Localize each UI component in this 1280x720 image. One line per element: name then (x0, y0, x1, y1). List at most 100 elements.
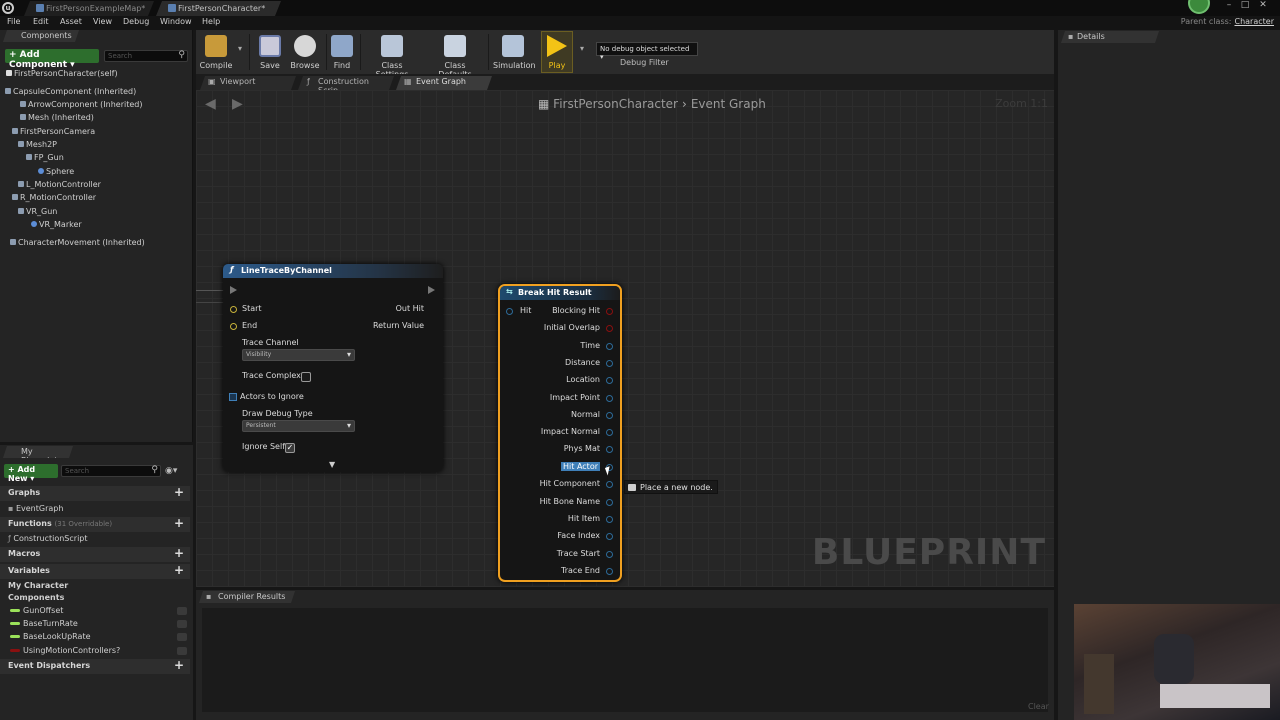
components-search-input[interactable]: Search ⚲ (104, 50, 188, 62)
parent-class-link[interactable]: Character (1235, 17, 1275, 26)
tree-item[interactable]: Sphere (38, 167, 74, 176)
trace-channel-dropdown[interactable]: Visibility (242, 349, 355, 361)
tree-item[interactable]: R_MotionController (12, 193, 96, 202)
break-hit-output-pin[interactable] (606, 481, 613, 488)
line-trace-header[interactable]: ƒ LineTraceByChannel (223, 264, 443, 278)
section-macros[interactable]: Macros + (0, 546, 190, 562)
clear-button[interactable]: Clear (1028, 702, 1049, 711)
break-hit-output-pin[interactable] (606, 360, 613, 367)
minimize-icon[interactable]: – (1222, 0, 1236, 11)
end-pin[interactable] (230, 323, 237, 330)
break-hit-output-pin[interactable] (606, 568, 613, 575)
forward-arrow-icon[interactable]: ▶ (232, 96, 243, 112)
class-settings-button[interactable]: Class Settings (364, 32, 420, 79)
break-hit-output-pin[interactable] (606, 412, 613, 419)
add-variable-icon[interactable]: + (174, 563, 184, 577)
break-hit-output-pin[interactable] (606, 533, 613, 540)
menu-edit[interactable]: Edit (33, 17, 49, 26)
section-functions[interactable]: Functions (31 Overridable) + (0, 516, 190, 532)
eye-icon[interactable]: ◉▾ (165, 466, 177, 476)
tab-details[interactable]: ▪ Details (1061, 31, 1159, 43)
visibility-eye-icon[interactable] (177, 607, 187, 615)
expand-advanced-chevron-icon[interactable]: ▼ (329, 460, 335, 469)
menu-help[interactable]: Help (202, 17, 220, 26)
variable-item[interactable]: BaseTurnRate (10, 619, 78, 628)
category-my-character[interactable]: My Character (8, 581, 68, 590)
tree-item[interactable]: L_MotionController (18, 180, 101, 189)
add-dispatcher-icon[interactable]: + (174, 658, 184, 672)
break-hit-output-pin[interactable] (606, 377, 613, 384)
component-self[interactable]: FirstPersonCharacter(self) (6, 69, 118, 78)
simulation-button[interactable]: Simulation (493, 32, 536, 72)
tree-item[interactable]: ArrowComponent (Inherited) (20, 100, 142, 109)
hit-input-pin[interactable] (506, 308, 513, 315)
break-hit-output-pin[interactable] (606, 429, 613, 436)
tree-item[interactable]: VR_Gun (18, 207, 57, 216)
variable-item[interactable]: BaseLookUpRate (10, 632, 91, 641)
start-pin[interactable] (230, 306, 237, 313)
add-new-button[interactable]: + Add New ▾ (4, 464, 58, 483)
debug-object-select[interactable]: No debug object selected ▾ (596, 42, 698, 61)
tab-compiler-results[interactable]: ▪ Compiler Results (199, 591, 295, 603)
menu-file[interactable]: File (7, 17, 20, 26)
tab-event-graph[interactable]: ▦ Event Graph (396, 76, 492, 90)
source-control-icon[interactable] (1188, 0, 1210, 14)
menu-debug[interactable]: Debug (123, 17, 149, 26)
visibility-eye-icon[interactable] (177, 633, 187, 641)
exec-in-pin[interactable] (230, 286, 237, 294)
my-blueprint-search-input[interactable]: Search ⚲ (61, 465, 161, 477)
break-hit-output-pin[interactable] (606, 499, 613, 506)
add-macro-icon[interactable]: + (174, 546, 184, 560)
array-grid-icon[interactable] (229, 393, 237, 401)
tab-construction-script[interactable]: ƒConstruction Scrip (298, 76, 394, 90)
add-function-icon[interactable]: + (174, 516, 184, 530)
break-hit-result-node[interactable]: ⇆ Break Hit Result Hit Blocking Hit Initi… (498, 284, 622, 582)
tab-my-blueprint[interactable]: My Blueprint (3, 446, 73, 458)
break-hit-output-pin[interactable] (606, 395, 613, 402)
back-arrow-icon[interactable]: ◀ (205, 96, 216, 112)
list-item-construction-script[interactable]: ƒ ConstructionScript (8, 534, 88, 543)
ignore-self-checkbox[interactable]: ✓ (285, 443, 295, 453)
break-hit-output-pin[interactable] (606, 551, 613, 558)
break-hit-output-pin[interactable] (606, 516, 613, 523)
variable-item[interactable]: UsingMotionControllers? (10, 646, 120, 655)
compile-button[interactable]: Compile (198, 32, 234, 72)
visibility-eye-icon[interactable] (177, 620, 187, 628)
menu-view[interactable]: View (93, 17, 112, 26)
browse-button[interactable]: Browse (287, 32, 323, 72)
line-trace-node[interactable]: ƒ LineTraceByChannel Start End Out Hit R… (223, 264, 443, 472)
play-button[interactable]: Play (541, 31, 573, 73)
close-icon[interactable]: ✕ (1256, 0, 1270, 11)
tab-character[interactable]: FirstPersonCharacter* (156, 1, 281, 16)
break-hit-output-pin[interactable] (606, 343, 613, 350)
tab-viewport[interactable]: ▣ Viewport (200, 76, 296, 90)
tree-item[interactable]: CapsuleComponent (Inherited) (5, 87, 136, 96)
event-graph-canvas[interactable]: ◀ ▶ ▦ FirstPersonCharacter › Event Graph Z… (196, 90, 1054, 587)
menu-asset[interactable]: Asset (60, 17, 82, 26)
save-button[interactable]: Save (254, 32, 286, 72)
break-hit-header[interactable]: ⇆ Break Hit Result (500, 286, 620, 300)
tab-map[interactable]: FirstPersonExampleMap* (24, 1, 154, 16)
tree-item[interactable]: VR_Marker (31, 220, 82, 229)
add-graph-icon[interactable]: + (174, 485, 184, 499)
section-graphs[interactable]: Graphs + (0, 485, 190, 501)
tree-item[interactable]: FP_Gun (26, 153, 64, 162)
tree-item[interactable]: Mesh2P (18, 140, 57, 149)
find-button[interactable]: Find (327, 32, 357, 72)
section-event-dispatchers[interactable]: Event Dispatchers + (0, 658, 190, 674)
exec-out-pin[interactable] (428, 286, 435, 294)
add-component-button[interactable]: + Add Component ▾ (5, 49, 99, 70)
tree-item[interactable]: CharacterMovement (Inherited) (10, 238, 145, 247)
list-item-event-graph[interactable]: ▪ EventGraph (8, 504, 63, 513)
break-hit-output-pin[interactable] (606, 446, 613, 453)
maximize-icon[interactable]: □ (1238, 0, 1252, 11)
tab-components[interactable]: Components (3, 30, 79, 42)
tree-item[interactable]: Mesh (Inherited) (20, 113, 94, 122)
breadcrumb-root[interactable]: FirstPersonCharacter (553, 97, 678, 111)
play-options-chevron-icon[interactable]: ▾ (580, 44, 584, 53)
variable-item[interactable]: GunOffset (10, 606, 63, 615)
category-components[interactable]: Components (8, 593, 64, 602)
compile-options-chevron-icon[interactable]: ▾ (238, 44, 242, 53)
menu-window[interactable]: Window (160, 17, 192, 26)
break-hit-output-pin[interactable] (606, 325, 613, 332)
